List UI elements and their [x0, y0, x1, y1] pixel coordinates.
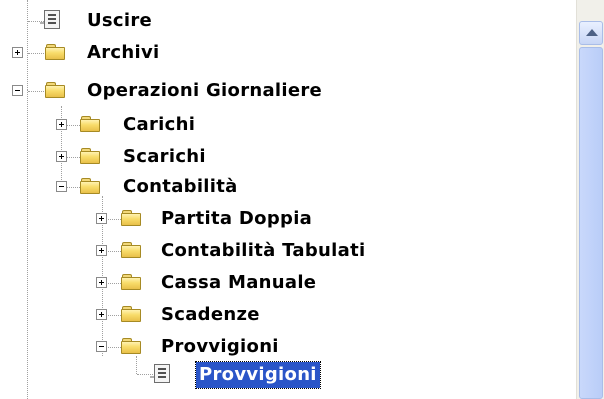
expand-plus-icon[interactable] [96, 213, 107, 224]
tree-item-carichi[interactable]: Carichi [0, 110, 576, 140]
tree-item-contabilita-tabulati[interactable]: Contabilità Tabulati [0, 236, 576, 266]
tree-item-contabilita[interactable]: Contabilità [0, 172, 576, 202]
tree-item-label: Carichi [123, 114, 196, 135]
collapse-minus-icon[interactable] [56, 181, 67, 192]
folder-icon [121, 273, 143, 291]
tree-item-provvigioni[interactable]: Provvigioni [0, 361, 576, 392]
tree-item-archivi[interactable]: Archivi [0, 38, 576, 68]
folder-icon [45, 43, 67, 61]
tree-item-label: Archivi [87, 42, 160, 63]
expand-plus-icon[interactable] [12, 47, 23, 58]
tree-item-provvigioni-folder[interactable]: Provvigioni [0, 332, 576, 362]
folder-icon [45, 81, 67, 99]
tree-item-label: Contabilità [123, 176, 238, 197]
expand-plus-icon[interactable] [96, 245, 107, 256]
collapse-minus-icon[interactable] [12, 85, 23, 96]
tree-item-scarichi[interactable]: Scarichi [0, 142, 576, 172]
tree-item-label: Partita Doppia [161, 208, 313, 229]
folder-icon [121, 241, 143, 259]
expand-plus-icon[interactable] [56, 119, 67, 130]
folder-icon [80, 177, 102, 195]
document-icon [40, 10, 64, 30]
tree-item-uscire[interactable]: Uscire [0, 6, 576, 36]
tree-item-scadenze[interactable]: Scadenze [0, 300, 576, 330]
expand-plus-icon[interactable] [96, 277, 107, 288]
folder-icon [121, 305, 143, 323]
expand-plus-icon[interactable] [96, 309, 107, 320]
tree-item-label: Cassa Manuale [161, 272, 317, 293]
folder-icon [121, 209, 143, 227]
tree-item-label: Operazioni Giornaliere [87, 80, 323, 101]
tree-item-label: Scarichi [123, 146, 206, 167]
expand-plus-icon[interactable] [56, 151, 67, 162]
tree-item-label: Contabilità Tabulati [161, 240, 366, 261]
tree-item-operazioni-giornaliere[interactable]: Operazioni Giornaliere [0, 76, 576, 106]
document-icon [150, 364, 174, 384]
scrollbar-thumb[interactable] [579, 47, 603, 399]
tree-item-label: Provvigioni [161, 336, 279, 357]
tree-item-partita-doppia[interactable]: Partita Doppia [0, 204, 576, 234]
tree-item-label: Scadenze [161, 304, 260, 325]
tree-item-cassa-manuale[interactable]: Cassa Manuale [0, 268, 576, 298]
collapse-minus-icon[interactable] [96, 341, 107, 352]
vertical-scrollbar[interactable] [576, 0, 604, 399]
scroll-up-arrow-icon[interactable] [579, 21, 603, 45]
folder-icon [80, 147, 102, 165]
folder-icon [121, 337, 143, 355]
tree-item-label-selected: Provvigioni [195, 361, 321, 389]
tree-item-label: Uscire [87, 10, 153, 31]
tree-view[interactable]: Uscire Archivi Operazioni Giornaliere Ca… [0, 0, 576, 399]
folder-icon [80, 115, 102, 133]
